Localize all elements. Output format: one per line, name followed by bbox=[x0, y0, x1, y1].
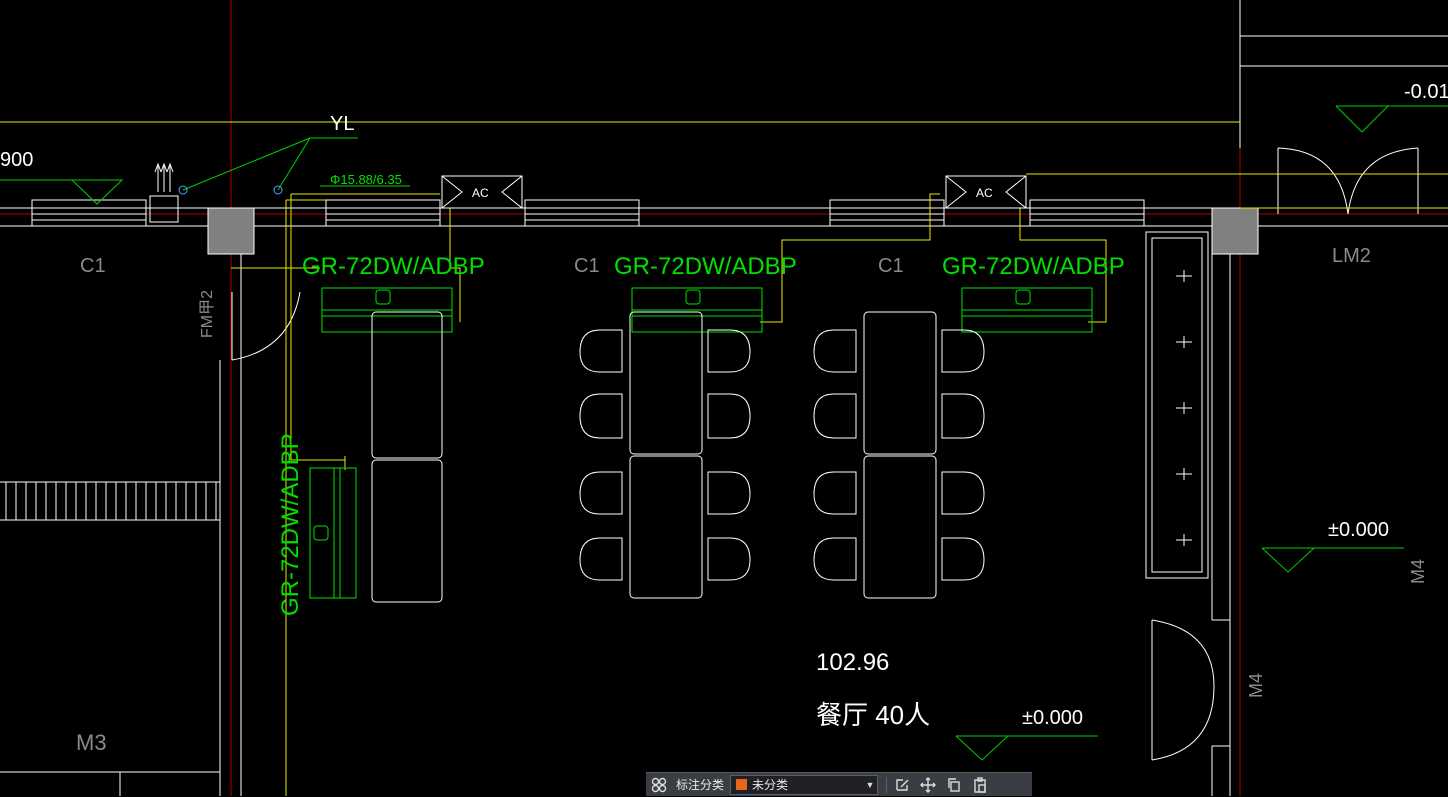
label-window-c1-b: C1 bbox=[574, 255, 600, 277]
label-pipe-size: Φ15.88/6.35 bbox=[330, 172, 402, 187]
label-door-fm: FM甲2 bbox=[199, 290, 216, 338]
cad-drawing-canvas[interactable]: YL Φ15.88/6.35 900 -0.015 ±0.000 ±0.000 … bbox=[0, 0, 1448, 796]
label-elev-right: ±0.000 bbox=[1328, 519, 1389, 541]
label-room: 餐厅 40人 bbox=[816, 700, 930, 730]
label-unit-4: GR-72DW/ADBP bbox=[277, 433, 304, 616]
chevron-down-icon: ▼ bbox=[865, 779, 875, 790]
label-unit-3: GR-72DW/ADBP bbox=[942, 253, 1125, 280]
label-window-c1-a: C1 bbox=[80, 255, 106, 277]
label-yl: YL bbox=[330, 113, 354, 135]
category-selected-value: 未分类 bbox=[752, 778, 789, 792]
label-door-m4-a: M4 bbox=[1408, 559, 1428, 584]
annotation-toolbar: 标注分类 未分类 ▼ bbox=[646, 772, 1032, 796]
annotation-category-label: 标注分类 bbox=[676, 778, 725, 792]
label-elev-top-right: -0.015 bbox=[1404, 81, 1448, 103]
grid-icon[interactable] bbox=[646, 773, 672, 797]
label-elev-left: 900 bbox=[0, 149, 33, 171]
copy-icon[interactable] bbox=[941, 773, 967, 797]
label-door-m3: M3 bbox=[76, 730, 107, 755]
label-ac-1: AC bbox=[472, 186, 489, 200]
label-door-lm2: LM2 bbox=[1332, 245, 1371, 267]
label-area: 102.96 bbox=[816, 649, 889, 676]
label-unit-1: GR-72DW/ADBP bbox=[302, 253, 485, 280]
label-door-m4-b: M4 bbox=[1246, 673, 1266, 698]
edit-icon[interactable] bbox=[889, 773, 915, 797]
toolbar-separator bbox=[886, 776, 888, 793]
label-unit-2: GR-72DW/ADBP bbox=[614, 253, 797, 280]
move-icon[interactable] bbox=[915, 773, 941, 797]
annotation-category-dropdown[interactable]: 未分类 ▼ bbox=[730, 774, 879, 795]
label-window-c1-c: C1 bbox=[878, 255, 904, 277]
label-elev-bottom: ±0.000 bbox=[1022, 707, 1083, 729]
label-ac-2: AC bbox=[976, 186, 993, 200]
paste-icon[interactable] bbox=[967, 773, 993, 797]
category-color-swatch bbox=[735, 778, 749, 791]
